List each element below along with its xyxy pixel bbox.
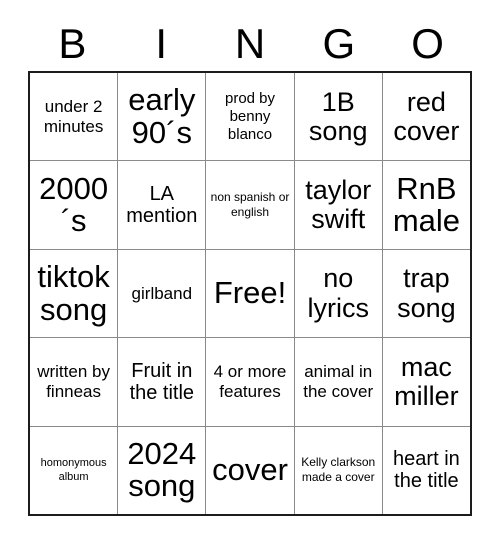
bingo-header-letter-o: O [411, 20, 444, 67]
bingo-cell[interactable]: taylor swift [293, 161, 382, 249]
bingo-row: written by finneas Fruit in the title 4 … [30, 337, 470, 426]
bingo-cell[interactable]: mac miller [381, 338, 470, 426]
bingo-cell[interactable]: heart in the title [381, 426, 470, 515]
bingo-card: B I N G O under 2 minutes early 90´s pro… [0, 0, 500, 544]
bingo-grid: under 2 minutes early 90´s prod by benny… [28, 71, 472, 516]
bingo-header-letter-i: I [155, 20, 168, 67]
bingo-cell[interactable]: trap song [381, 249, 470, 338]
bingo-header-letter-g: G [322, 20, 356, 67]
bingo-cell[interactable]: under 2 minutes [30, 73, 117, 160]
bingo-cell[interactable]: Fruit in the title [117, 338, 205, 426]
bingo-cell[interactable]: 2000´s [30, 161, 117, 248]
bingo-row: tiktok song girlband Free! no lyrics tra… [30, 248, 470, 338]
bingo-cell[interactable]: LA mention [117, 161, 205, 249]
bingo-cell[interactable]: early 90´s [117, 73, 205, 161]
bingo-cell[interactable]: Kelly clarkson made a cover [293, 426, 382, 515]
bingo-cell[interactable]: tiktok song [30, 250, 117, 337]
bingo-row: homonymous album 2024 song cover Kelly c… [30, 425, 470, 515]
bingo-header-letter-n: N [234, 20, 266, 67]
bingo-cell[interactable]: written by finneas [30, 338, 117, 425]
bingo-cell[interactable]: 1B song [293, 73, 382, 161]
bingo-cell-free-space[interactable]: Free! [205, 249, 293, 338]
bingo-cell[interactable]: RnB male [381, 161, 470, 249]
bingo-cell[interactable]: prod by benny blanco [205, 73, 293, 161]
bingo-cell[interactable]: girlband [117, 249, 205, 338]
bingo-cell[interactable]: 2024 song [117, 426, 205, 515]
bingo-cell[interactable]: non spanish or english [205, 161, 293, 249]
bingo-cell[interactable]: red cover [381, 73, 470, 161]
bingo-row: 2000´s LA mention non spanish or english… [30, 160, 470, 249]
bingo-cell[interactable]: animal in the cover [293, 338, 382, 426]
bingo-row: under 2 minutes early 90´s prod by benny… [30, 73, 470, 161]
bingo-cell[interactable]: homonymous album [30, 427, 117, 514]
bingo-cell[interactable]: no lyrics [293, 249, 382, 338]
bingo-header-letter-b: B [58, 20, 87, 67]
bingo-cell[interactable]: cover [205, 426, 293, 515]
bingo-cell[interactable]: 4 or more features [205, 338, 293, 426]
bingo-header-row: B I N G O [28, 17, 472, 71]
